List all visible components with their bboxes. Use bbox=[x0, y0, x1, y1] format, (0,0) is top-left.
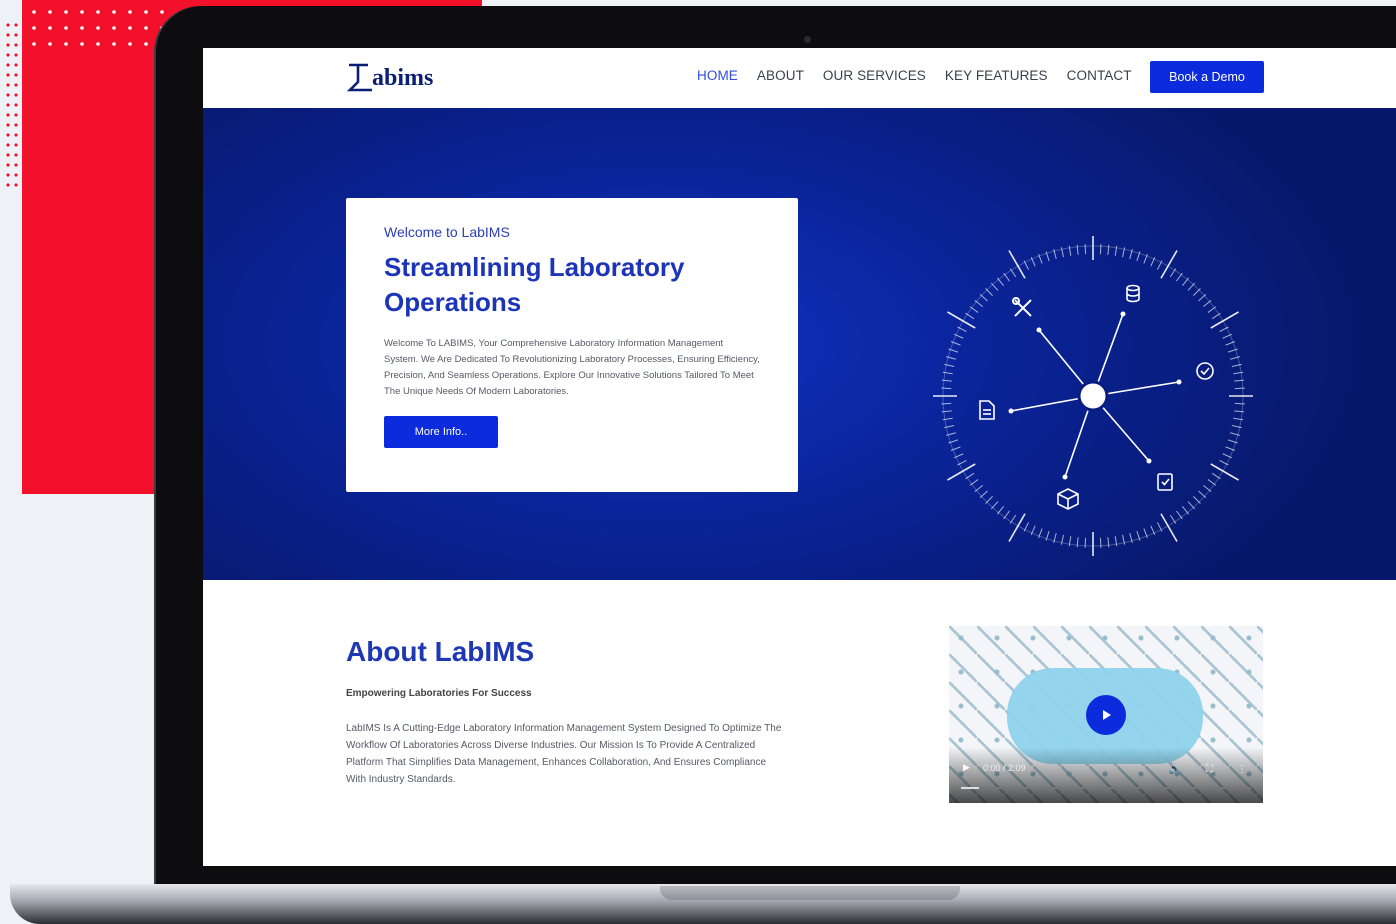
dial-tick bbox=[947, 463, 976, 481]
fullscreen-icon[interactable]: ⛶ bbox=[1206, 764, 1213, 775]
video-menu-icon[interactable]: ⋮ bbox=[1237, 764, 1247, 775]
video-progress-track[interactable] bbox=[961, 787, 1251, 789]
about-video-player[interactable]: ▶ 0:00 / 2:09 🔊 ⛶ ⋮ bbox=[949, 626, 1263, 803]
clipboard-icon bbox=[1157, 473, 1173, 491]
video-play-button[interactable] bbox=[1086, 695, 1126, 735]
dial-tick bbox=[1160, 250, 1178, 279]
document-icon bbox=[979, 400, 995, 420]
about-title: About LabIMS bbox=[346, 636, 535, 667]
database-icon bbox=[1126, 284, 1140, 303]
box-icon bbox=[1057, 488, 1079, 510]
dial-tick bbox=[1207, 479, 1217, 486]
dial-tick bbox=[1009, 268, 1017, 278]
dial-tick bbox=[1181, 506, 1190, 515]
decorative-dots bbox=[26, 4, 176, 50]
hero-section: Welcome to LabIMS Streamlining Laborator… bbox=[203, 108, 1396, 580]
volume-icon[interactable]: 🔊 bbox=[1169, 764, 1181, 775]
nav-links: HOME ABOUT OUR SERVICES KEY FEATURES CON… bbox=[697, 68, 1132, 83]
nav-contact[interactable]: CONTACT bbox=[1067, 68, 1132, 83]
decorative-dots-left bbox=[4, 20, 18, 190]
dial-tick bbox=[1181, 277, 1190, 286]
dial-tick bbox=[1003, 272, 1010, 282]
dial-tick bbox=[1210, 463, 1239, 481]
hero-title: Streamlining Laboratory Operations bbox=[384, 250, 760, 320]
dial-tick bbox=[1187, 501, 1196, 510]
hero-welcome: Welcome to LabIMS bbox=[384, 224, 510, 240]
dial-tick bbox=[1008, 250, 1026, 279]
video-time: 0:00 / 2:09 bbox=[983, 763, 1026, 773]
hero-title-line2: Operations bbox=[384, 287, 522, 317]
dial-tick bbox=[1003, 510, 1010, 520]
laptop-base-notch bbox=[660, 886, 960, 900]
video-controls bbox=[949, 747, 1263, 803]
site-logo[interactable]: abims bbox=[346, 62, 433, 92]
nav-services[interactable]: OUR SERVICES bbox=[823, 68, 926, 83]
more-info-button[interactable]: More Info.. bbox=[384, 416, 498, 448]
hero-title-line1: Streamlining Laboratory bbox=[384, 252, 685, 282]
dial-tick bbox=[1008, 513, 1026, 542]
about-description: LabIMS Is A Cutting-Edge Laboratory Info… bbox=[346, 723, 782, 785]
dial-tick bbox=[947, 311, 976, 329]
dial-tick bbox=[996, 506, 1005, 515]
video-control-play-icon[interactable]: ▶ bbox=[963, 762, 970, 773]
tools-icon bbox=[1012, 297, 1032, 317]
dial-tick bbox=[1210, 311, 1239, 329]
nav-home[interactable]: HOME bbox=[697, 68, 738, 83]
network-dial-graphic bbox=[933, 236, 1253, 556]
dial-center-node bbox=[1077, 380, 1109, 412]
dial-tick bbox=[969, 479, 979, 486]
check-circle-icon bbox=[1196, 362, 1214, 380]
flask-logo-icon bbox=[346, 63, 372, 92]
dial-tick bbox=[1160, 513, 1178, 542]
nav-about[interactable]: ABOUT bbox=[757, 68, 804, 83]
nav-features[interactable]: KEY FEATURES bbox=[945, 68, 1048, 83]
book-demo-button[interactable]: Book a Demo bbox=[1150, 61, 1264, 93]
laptop-camera bbox=[804, 36, 811, 43]
laptop-screen: abims HOME ABOUT OUR SERVICES KEY FEATUR… bbox=[203, 48, 1396, 866]
top-nav: abims HOME ABOUT OUR SERVICES KEY FEATUR… bbox=[203, 48, 1396, 108]
dial-tick bbox=[1176, 510, 1183, 520]
dial-tick bbox=[1207, 306, 1217, 313]
dial-tick bbox=[969, 306, 979, 313]
hero-description: Welcome To LABIMS, Your Comprehensive La… bbox=[384, 338, 760, 397]
play-icon bbox=[1103, 710, 1111, 720]
dial-tick bbox=[1187, 282, 1196, 291]
hero-card: Welcome to LabIMS Streamlining Laborator… bbox=[346, 198, 798, 492]
about-subtitle: Empowering Laboratories For Success bbox=[346, 688, 532, 699]
logo-text: abims bbox=[372, 65, 434, 91]
